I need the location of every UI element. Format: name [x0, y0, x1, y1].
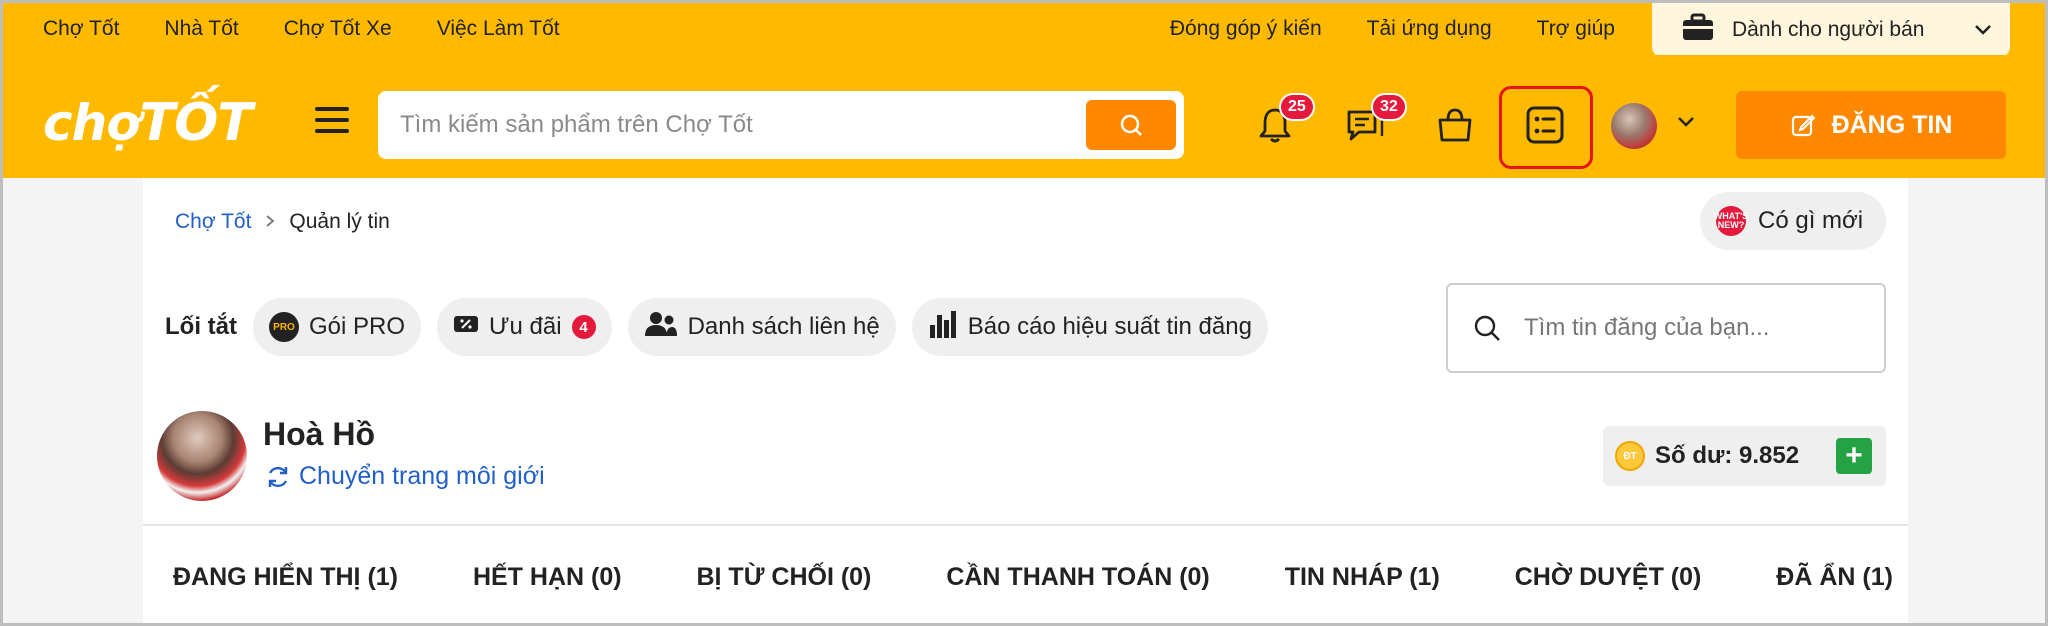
shortcut-label: Gói PRO: [309, 313, 406, 340]
post-ad-label: ĐĂNG TIN: [1831, 110, 1953, 139]
pro-icon: PRO: [269, 312, 299, 342]
briefcase-icon: [1682, 13, 1714, 47]
download-app-link[interactable]: Tải ứng dụng: [1367, 17, 1492, 41]
help-link[interactable]: Trợ giúp: [1537, 17, 1615, 41]
shortcut-contact-list[interactable]: Danh sách liên hệ: [627, 298, 896, 356]
contacts-icon: [644, 311, 678, 344]
messages-icon[interactable]: 32: [1343, 93, 1407, 147]
whats-new-label: Có gì mới: [1758, 207, 1864, 234]
notifications-badge: 25: [1279, 93, 1315, 121]
seller-label: Dành cho người bán: [1732, 18, 1925, 41]
top-up-button[interactable]: +: [1836, 438, 1872, 474]
post-ad-button[interactable]: ĐĂNG TIN: [1736, 91, 2006, 159]
shortcut-performance-report[interactable]: Báo cáo hiệu suất tin đăng: [911, 298, 1268, 356]
tab-needs-payment[interactable]: CẦN THANH TOÁN (0): [946, 563, 1209, 592]
breadcrumb-home-link[interactable]: Chợ Tốt: [175, 210, 251, 234]
chevron-right-icon: [265, 210, 275, 234]
breadcrumb: Chợ Tốt Quản lý tin: [175, 210, 390, 234]
hamburger-menu-icon[interactable]: [315, 107, 349, 133]
shortcut-offers[interactable]: Ưu đãi 4: [437, 298, 612, 356]
top-nav-links: Chợ Tốt Nhà Tốt Chợ Tốt Xe Việc Làm Tốt: [3, 17, 560, 41]
search-icon: [1120, 114, 1142, 136]
refresh-icon: [268, 466, 288, 487]
tab-pending-review[interactable]: CHỜ DUYỆT (0): [1515, 563, 1702, 592]
shortcut-pro-package[interactable]: PRO Gói PRO: [253, 298, 422, 356]
app-frame: Chợ Tốt Nhà Tốt Chợ Tốt Xe Việc Làm Tốt …: [0, 0, 2048, 626]
feedback-link[interactable]: Đóng góp ý kiến: [1170, 17, 1322, 41]
tab-hidden[interactable]: ĐÃ ẨN (1): [1776, 563, 1893, 592]
breadcrumb-current: Quản lý tin: [289, 210, 390, 233]
switch-label: Chuyển trang môi giới: [299, 462, 545, 490]
edit-icon: [1791, 114, 1815, 137]
messages-badge: 32: [1371, 93, 1407, 121]
shopping-bag-icon[interactable]: [1433, 103, 1477, 147]
highlight-box: [1499, 86, 1593, 169]
top-link-cho-tot-xe[interactable]: Chợ Tốt Xe: [284, 17, 392, 41]
top-link-nha-tot[interactable]: Nhà Tốt: [164, 17, 238, 41]
divider: [143, 524, 1908, 526]
listing-search-box: [1446, 283, 1886, 373]
shortcut-label: Danh sách liên hệ: [687, 313, 880, 340]
shortcuts-label: Lối tắt: [165, 313, 237, 340]
user-avatar: [157, 411, 247, 501]
chevron-down-icon: [1974, 18, 1992, 42]
tab-drafts[interactable]: TIN NHÁP (1): [1285, 563, 1440, 592]
top-link-cho-tot[interactable]: Chợ Tốt: [43, 17, 119, 41]
tab-rejected[interactable]: BỊ TỪ CHỐI (0): [696, 563, 871, 592]
shortcuts-bar: Lối tắt PRO Gói PRO Ưu đãi 4 Danh sách l…: [165, 298, 1268, 356]
top-link-viec-lam-tot[interactable]: Việc Làm Tốt: [437, 17, 560, 41]
search-input[interactable]: [378, 91, 1086, 159]
balance-box: ĐT Số dư: 9.852 +: [1603, 426, 1886, 486]
offers-count-badge: 4: [571, 315, 596, 339]
search-button[interactable]: [1086, 100, 1176, 150]
seller-dropdown[interactable]: Dành cho người bán: [1652, 3, 2010, 57]
balance-label: Số dư: 9.852: [1655, 442, 1800, 469]
tab-expired[interactable]: HẾT HẠN (0): [473, 563, 622, 592]
manage-listings-panel: Chợ Tốt Quản lý tin WHAT'S NEW? Có gì mớ…: [143, 178, 1908, 623]
search-icon: [1474, 315, 1500, 341]
tab-active[interactable]: ĐANG HIỂN THỊ (1): [173, 563, 398, 592]
notifications-bell-icon[interactable]: 25: [1253, 93, 1315, 147]
top-right-links: Đóng góp ý kiến Tải ứng dụng Trợ giúp: [1170, 17, 1645, 41]
coin-icon: ĐT: [1615, 441, 1645, 471]
whats-new-icon: WHAT'S NEW?: [1714, 206, 1748, 236]
bar-chart-icon: [928, 309, 958, 346]
shortcut-label: Báo cáo hiệu suất tin đăng: [967, 313, 1252, 340]
ticket-icon: [453, 313, 479, 342]
listing-search-input[interactable]: [1524, 314, 1884, 342]
whats-new-button[interactable]: WHAT'S NEW? Có gì mới: [1700, 192, 1886, 250]
listing-status-tabs: ĐANG HIỂN THỊ (1) HẾT HẠN (0) BỊ TỪ CHỐI…: [173, 563, 1893, 592]
search-bar: [378, 91, 1184, 159]
switch-to-broker-link[interactable]: Chuyển trang môi giới: [265, 462, 545, 491]
account-chevron-down-icon[interactable]: [1677, 115, 1695, 133]
shortcut-label: Ưu đãi: [489, 313, 562, 340]
user-avatar-small[interactable]: [1611, 103, 1657, 149]
user-name: Hoà Hồ: [263, 416, 375, 452]
cho-tot-logo[interactable]: chợTỐT: [43, 93, 253, 153]
